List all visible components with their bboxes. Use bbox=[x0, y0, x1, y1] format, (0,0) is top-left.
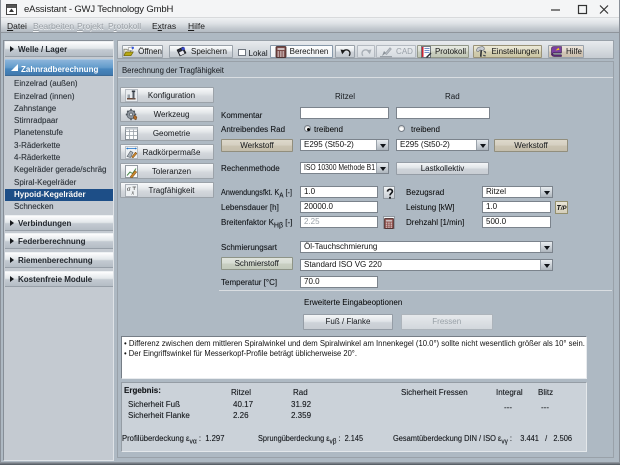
svg-text:x: x bbox=[131, 190, 135, 196]
svg-text:σ: σ bbox=[127, 185, 131, 193]
